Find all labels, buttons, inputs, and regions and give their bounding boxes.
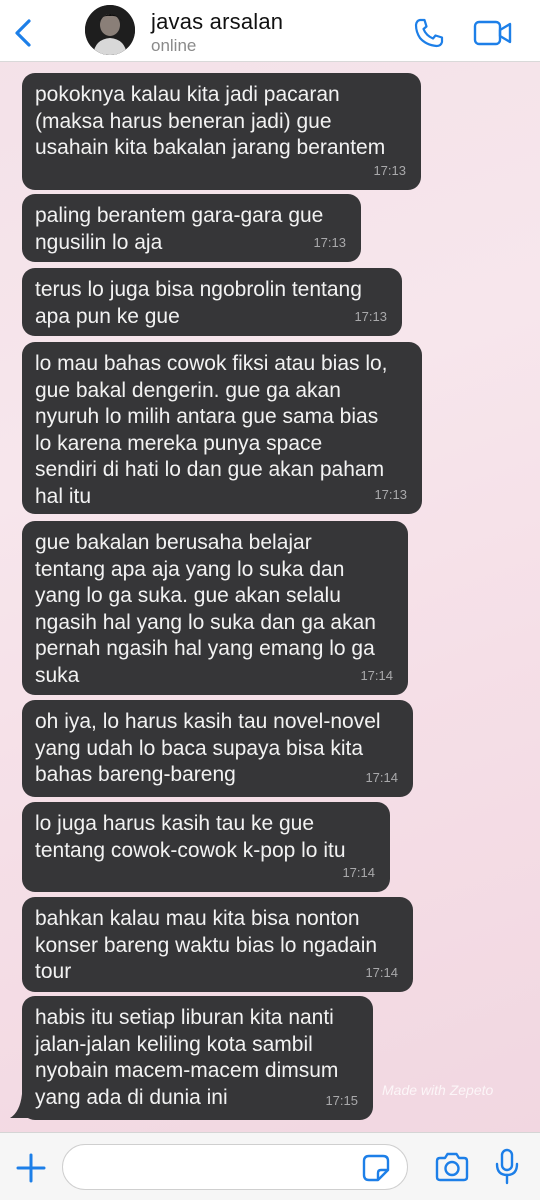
message-bubble[interactable]: paling berantem gara-gara gue ngusilin l… bbox=[22, 194, 361, 262]
message-bubble[interactable]: oh iya, lo harus kasih tau novel-novel y… bbox=[22, 700, 413, 797]
message-time: 17:14 bbox=[360, 667, 393, 683]
message-time: 17:13 bbox=[354, 308, 387, 324]
message-bubble[interactable]: lo mau bahas cowok fiksi atau bias lo, g… bbox=[22, 342, 422, 514]
phone-icon[interactable] bbox=[413, 17, 445, 49]
message-text: pokoknya kalau kita jadi pacaran (maksa … bbox=[35, 83, 386, 159]
message-time: 17:13 bbox=[313, 234, 346, 250]
message-time: 17:14 bbox=[342, 864, 375, 880]
plus-icon[interactable] bbox=[14, 1151, 48, 1185]
microphone-icon[interactable] bbox=[494, 1148, 520, 1186]
message-time: 17:13 bbox=[374, 486, 407, 502]
avatar[interactable] bbox=[85, 5, 135, 55]
message-text: terus lo juga bisa ngobrolin tentang apa… bbox=[35, 278, 362, 328]
watermark: Made with Zepeto bbox=[382, 1082, 494, 1098]
message-bubble[interactable]: gue bakalan berusaha belajar tentang apa… bbox=[22, 521, 408, 695]
message-bubble[interactable]: lo juga harus kasih tau ke gue tentang c… bbox=[22, 802, 390, 892]
message-time: 17:14 bbox=[365, 964, 398, 980]
video-camera-icon[interactable] bbox=[473, 19, 513, 47]
message-list[interactable]: pokoknya kalau kita jadi pacaran (maksa … bbox=[0, 62, 540, 1132]
sticker-icon[interactable] bbox=[361, 1153, 391, 1183]
message-text: lo mau bahas cowok fiksi atau bias lo, g… bbox=[35, 352, 388, 508]
message-bubble[interactable]: pokoknya kalau kita jadi pacaran (maksa … bbox=[22, 73, 421, 190]
message-bubble[interactable]: habis itu setiap liburan kita nanti jala… bbox=[22, 996, 373, 1120]
message-text: habis itu setiap liburan kita nanti jala… bbox=[35, 1006, 339, 1109]
message-time: 17:14 bbox=[365, 769, 398, 785]
message-time: 17:15 bbox=[325, 1092, 358, 1108]
message-time: 17:13 bbox=[373, 162, 406, 178]
message-text: lo juga harus kasih tau ke gue tentang c… bbox=[35, 812, 346, 862]
contact-name[interactable]: javas arsalan bbox=[151, 9, 283, 35]
message-text: gue bakalan berusaha belajar tentang apa… bbox=[35, 531, 376, 687]
message-input[interactable] bbox=[62, 1144, 408, 1190]
message-bubble[interactable]: bahkan kalau mau kita bisa nonton konser… bbox=[22, 897, 413, 992]
chevron-left-icon[interactable] bbox=[10, 18, 36, 48]
input-bar bbox=[0, 1132, 540, 1200]
chat-header: javas arsalan online bbox=[0, 0, 540, 62]
message-text: bahkan kalau mau kita bisa nonton konser… bbox=[35, 907, 378, 983]
message-bubble[interactable]: terus lo juga bisa ngobrolin tentang apa… bbox=[22, 268, 402, 336]
bubble-tail bbox=[10, 1094, 30, 1118]
camera-icon[interactable] bbox=[434, 1152, 470, 1182]
contact-status: online bbox=[151, 36, 197, 55]
message-text: paling berantem gara-gara gue ngusilin l… bbox=[35, 204, 324, 254]
message-text: oh iya, lo harus kasih tau novel-novel y… bbox=[35, 710, 381, 786]
